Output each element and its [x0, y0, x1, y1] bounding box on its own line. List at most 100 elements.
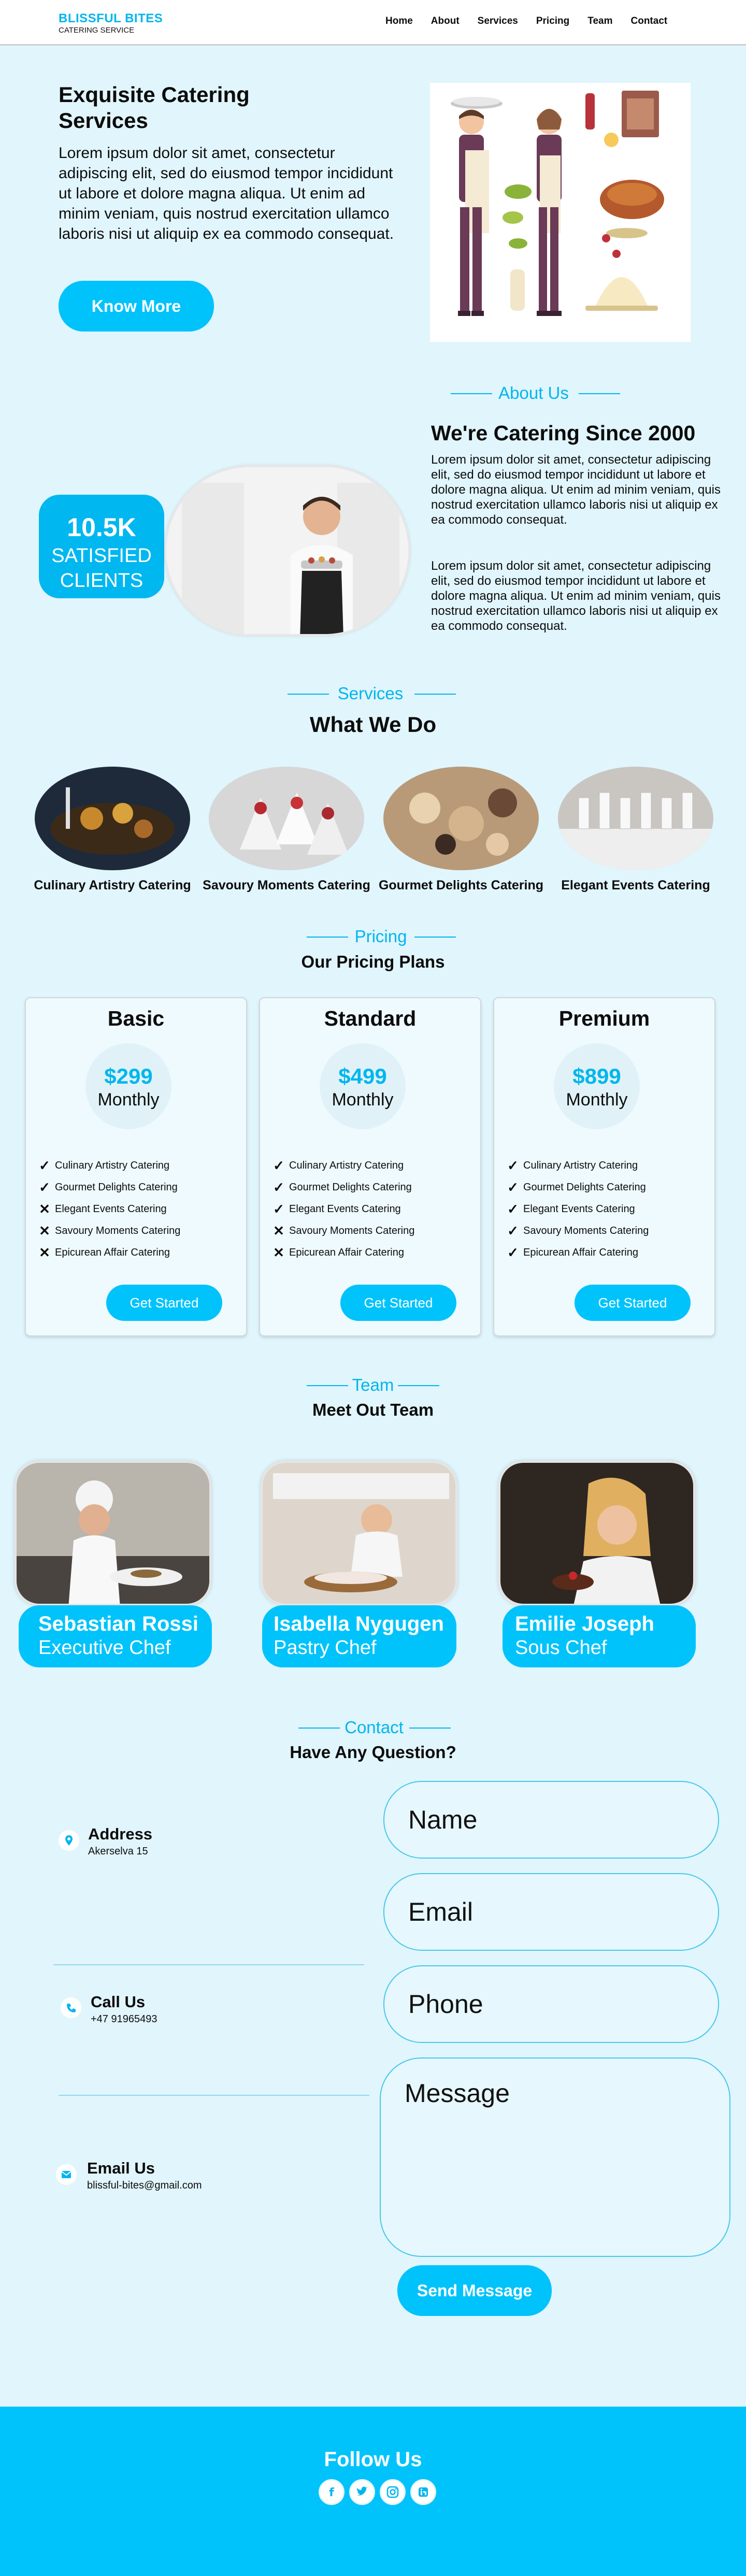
address-heading: Address: [88, 1825, 153, 1843]
message-field[interactable]: Message: [380, 2057, 730, 2257]
nav-links: Home About Services Pricing Team Contact: [385, 16, 667, 27]
facebook-icon[interactable]: f: [319, 2479, 345, 2505]
team-member-name: Isabella Nygugen: [274, 1613, 444, 1635]
satisfied-clients-badge: 10.5K SATISFIED CLIENTS: [39, 495, 164, 598]
plan-price: $499: [338, 1064, 387, 1088]
plan-feature: ✓ Culinary Artistry Catering: [268, 1155, 470, 1176]
team-member-role: Executive Chef: [38, 1637, 171, 1659]
cross-icon: ✕: [39, 1201, 50, 1217]
twitter-icon[interactable]: [349, 2479, 375, 2505]
about-paragraph-2: Lorem ipsum dolor sit amet, consectetur …: [431, 559, 721, 633]
pricing-section-label: Pricing: [354, 927, 407, 946]
nav-services[interactable]: Services: [478, 16, 518, 27]
plan-period: Monthly: [332, 1090, 394, 1110]
plan-feature: ✓ Gourmet Delights Catering: [268, 1176, 470, 1198]
plan-name: Premium: [558, 1006, 650, 1030]
check-icon: ✓: [273, 1179, 284, 1195]
plan-feature: ✕ Epicurean Affair Catering: [34, 1242, 236, 1263]
nav-team[interactable]: Team: [587, 16, 612, 27]
check-icon: ✓: [507, 1157, 519, 1173]
plan-feature-list: ✓ Culinary Artistry Catering ✓ Gourmet Del…: [34, 1155, 236, 1263]
team-nameplate-sebastian: Sebastian Rossi Executive Chef: [19, 1605, 212, 1667]
name-field[interactable]: Name: [383, 1781, 719, 1859]
plan-feature-list: ✓ Culinary Artistry Catering ✓ Gourmet Del…: [503, 1155, 705, 1263]
catering-illustration: [430, 83, 691, 342]
about-heading: We're Catering Since 2000: [431, 421, 696, 445]
plan-price: $299: [104, 1064, 153, 1088]
plan-feature: ✓ Gourmet Delights Catering: [503, 1176, 705, 1198]
address-value: Akerselva 15: [88, 1846, 148, 1857]
brand-tagline: CATERING SERVICE: [59, 26, 135, 35]
send-message-button[interactable]: Send Message: [397, 2265, 552, 2316]
plan-name: Basic: [107, 1006, 165, 1030]
team-label-line-right: [398, 1385, 439, 1386]
hero-title: Exquisite Catering Services: [59, 82, 250, 133]
email-field[interactable]: Email: [383, 1873, 719, 1951]
check-icon: ✓: [39, 1157, 50, 1173]
plan-feature: ✓ Culinary Artistry Catering: [503, 1155, 705, 1176]
team-member-name: Sebastian Rossi: [38, 1613, 199, 1635]
cross-icon: ✕: [39, 1222, 50, 1239]
cross-icon: ✕: [273, 1244, 284, 1260]
call-value[interactable]: +47 91965493: [91, 2013, 157, 2025]
plan-feature: ✓ Culinary Artistry Catering: [34, 1155, 236, 1176]
hero-description: Lorem ipsum dolor sit amet, consectetur …: [59, 145, 394, 242]
plan-price: $899: [572, 1064, 621, 1088]
team-photo-sebastian: [15, 1461, 211, 1606]
check-icon: ✓: [39, 1179, 50, 1195]
brand-logo[interactable]: BLISSFUL BITES: [59, 11, 163, 26]
plan-price-circle: $499 Monthly: [320, 1043, 406, 1129]
contact-label-line-right: [409, 1728, 451, 1729]
check-icon: ✓: [273, 1201, 284, 1217]
svg-text:f: f: [329, 2486, 334, 2499]
about-label-line-right: [579, 393, 620, 394]
team-nameplate-emilie: Emilie Joseph Sous Chef: [503, 1605, 696, 1667]
plan-feature: ✓ Savoury Moments Catering: [503, 1220, 705, 1242]
check-icon: ✓: [507, 1179, 519, 1195]
nav-contact[interactable]: Contact: [631, 16, 668, 27]
call-heading: Call Us: [91, 1993, 146, 2011]
service-image-culinary[interactable]: [35, 767, 190, 870]
follow-us-heading: Follow Us: [324, 2448, 422, 2471]
get-started-button-standard[interactable]: Get Started: [340, 1285, 456, 1321]
linkedin-icon[interactable]: [410, 2479, 436, 2505]
service-image-savoury[interactable]: [209, 767, 364, 870]
plan-feature: ✓ Elegant Events Catering: [503, 1198, 705, 1220]
plan-price-circle: $899 Monthly: [554, 1043, 640, 1129]
plan-feature: ✓ Epicurean Affair Catering: [503, 1242, 705, 1263]
mail-icon: [56, 2164, 77, 2185]
nav-home[interactable]: Home: [385, 16, 413, 27]
plan-feature: ✕ Elegant Events Catering: [34, 1198, 236, 1220]
email-value[interactable]: blissful-bites@gmail.com: [87, 2180, 202, 2192]
plan-price-circle: $299 Monthly: [85, 1043, 171, 1129]
plan-name: Standard: [324, 1006, 417, 1030]
contact-section-label: Contact: [345, 1718, 404, 1737]
cross-icon: ✕: [39, 1244, 50, 1260]
service-image-elegant[interactable]: [558, 767, 713, 870]
check-icon: ✓: [273, 1157, 284, 1173]
contact-heading: Have Any Question?: [290, 1743, 456, 1762]
nav-pricing[interactable]: Pricing: [536, 16, 569, 27]
team-section-label: Team: [352, 1375, 394, 1394]
badge-number: 10.5K: [67, 513, 136, 542]
team-heading: Meet Out Team: [312, 1400, 434, 1419]
know-more-button[interactable]: Know More: [59, 281, 214, 332]
plan-feature: ✓ Elegant Events Catering: [268, 1198, 470, 1220]
instagram-icon[interactable]: [380, 2479, 406, 2505]
phone-field[interactable]: Phone: [383, 1965, 719, 2043]
contact-divider: [53, 1964, 364, 1965]
get-started-button-premium[interactable]: Get Started: [575, 1285, 691, 1321]
team-member-role: Sous Chef: [515, 1637, 607, 1659]
check-icon: ✓: [507, 1244, 519, 1260]
nav-about[interactable]: About: [431, 16, 460, 27]
plan-feature: ✕ Savoury Moments Catering: [34, 1220, 236, 1242]
team-member-role: Pastry Chef: [274, 1637, 377, 1659]
pricing-heading: Our Pricing Plans: [301, 952, 445, 971]
get-started-button-basic[interactable]: Get Started: [106, 1285, 222, 1321]
team-photo-emilie: [498, 1461, 695, 1606]
pricing-card-basic: Basic $299 Monthly ✓ Culinary Artistry Ca…: [25, 997, 247, 1336]
badge-line-2: CLIENTS: [60, 570, 144, 592]
services-label-line-right: [414, 694, 456, 695]
service-image-gourmet[interactable]: [383, 767, 539, 870]
pricing-card-premium: Premium $899 Monthly ✓ Culinary Artistry …: [493, 997, 715, 1336]
